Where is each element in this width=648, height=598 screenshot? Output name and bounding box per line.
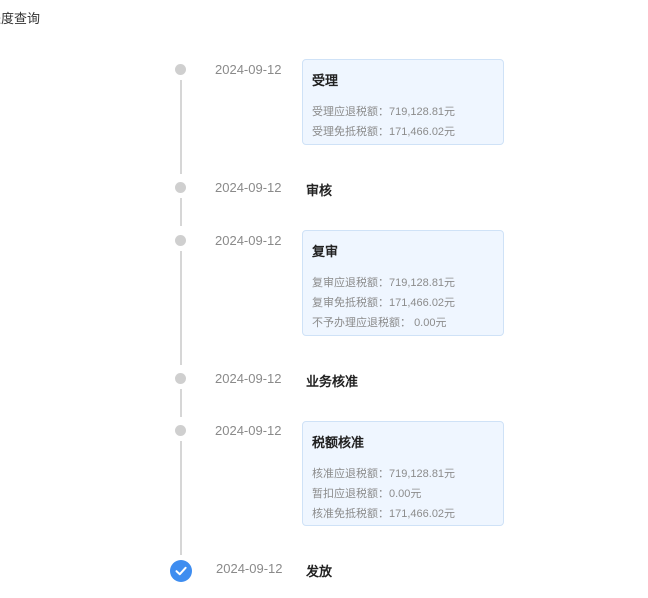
- step-date: 2024-09-12: [215, 62, 282, 77]
- timeline-dot: [175, 425, 186, 436]
- step-date: 2024-09-12: [215, 233, 282, 248]
- step-detail: 不予办理应退税额： 0.00元: [312, 317, 447, 329]
- step-date: 2024-09-12: [216, 561, 283, 576]
- step-title: 复审: [312, 244, 339, 259]
- step-title: 审核: [306, 183, 333, 198]
- step-card: 受理 受理应退税额：719,128.81元 受理免抵税额：171,466.02元: [302, 59, 504, 145]
- step-title: 税额核准: [312, 435, 365, 450]
- step-title: 受理: [312, 73, 339, 88]
- step-card: 税额核准 核准应退税额：719,128.81元 暂扣应退税额：0.00元 核准免…: [302, 421, 504, 526]
- step-title: 发放: [306, 564, 333, 579]
- timeline-rail: [180, 389, 182, 417]
- timeline-dot: [175, 235, 186, 246]
- timeline-rail: [180, 198, 182, 226]
- timeline-rail: [180, 80, 182, 174]
- timeline-dot: [175, 64, 186, 75]
- step-card: 复审 复审应退税额：719,128.81元 复审免抵税额：171,466.02元…: [302, 230, 504, 336]
- check-icon: [170, 560, 192, 582]
- step-detail: 暂扣应退税额：0.00元: [312, 488, 422, 500]
- step-detail: 受理免抵税额：171,466.02元: [312, 126, 456, 138]
- timeline-dot: [175, 182, 186, 193]
- step-detail: 核准免抵税额：171,466.02元: [312, 508, 456, 520]
- step-detail: 复审应退税额：719,128.81元: [312, 277, 456, 289]
- timeline-rail: [180, 251, 182, 365]
- progress-timeline: 2024-09-12 受理 受理应退税额：719,128.81元 受理免抵税额：…: [0, 0, 648, 598]
- step-date: 2024-09-12: [215, 180, 282, 195]
- step-detail: 受理应退税额：719,128.81元: [312, 106, 456, 118]
- check-mark: [175, 566, 187, 576]
- timeline-dot: [175, 373, 186, 384]
- timeline-rail: [180, 441, 182, 555]
- step-title: 业务核准: [306, 374, 359, 389]
- step-date: 2024-09-12: [215, 423, 282, 438]
- step-detail: 核准应退税额：719,128.81元: [312, 468, 456, 480]
- step-detail: 复审免抵税额：171,466.02元: [312, 297, 456, 309]
- step-date: 2024-09-12: [215, 371, 282, 386]
